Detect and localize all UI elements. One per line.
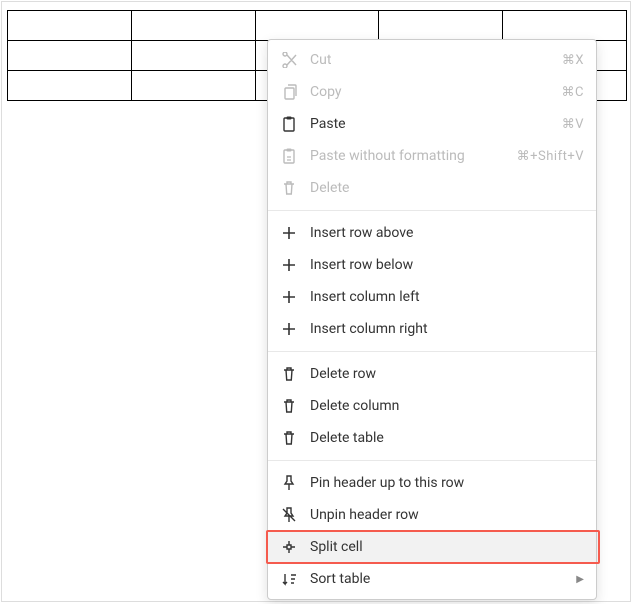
menu-item-label: Insert row above [310,225,584,241]
menu-item-sort-table[interactable]: Sort table ▶ [268,563,596,595]
table-cell[interactable] [8,11,132,41]
clipboard-icon [280,115,298,133]
submenu-arrow-icon: ▶ [576,574,584,585]
menu-item-paste-plain: Paste without formatting⌘+Shift+V [268,140,596,172]
table-cell[interactable] [503,11,627,41]
table-row [8,11,627,41]
menu-item-paste[interactable]: Paste⌘V [268,108,596,140]
menu-separator [268,460,596,461]
trash-icon [280,365,298,383]
pin-icon [280,474,298,492]
menu-item-label: Delete table [310,430,584,446]
menu-item-label: Copy [310,84,562,100]
menu-item-label: Delete [310,180,584,196]
menu-item-label: Insert column left [310,289,584,305]
menu-item-shortcut: ⌘V [562,117,584,132]
table-cell[interactable] [131,11,255,41]
menu-item-label: Insert row below [310,257,584,273]
context-menu: Cut⌘XCopy⌘CPaste⌘VPaste without formatti… [267,39,597,600]
plus-icon [280,256,298,274]
menu-item-shortcut: ⌘+Shift+V [517,149,584,164]
unpin-icon [280,506,298,524]
menu-separator [268,351,596,352]
menu-item-label: Insert column right [310,321,584,337]
menu-item-insert-row-below[interactable]: Insert row below [268,249,596,281]
menu-item-label: Delete row [310,366,584,382]
trash-icon [280,179,298,197]
copy-icon [280,83,298,101]
menu-item-delete-table[interactable]: Delete table [268,422,596,454]
menu-item-delete-col[interactable]: Delete column [268,390,596,422]
scissors-icon [280,51,298,69]
menu-item-copy: Copy⌘C [268,76,596,108]
menu-item-unpin-header[interactable]: Unpin header row [268,499,596,531]
table-cell[interactable] [131,71,255,101]
table-cell[interactable] [8,41,132,71]
menu-item-label: Delete column [310,398,584,414]
menu-item-label: Paste without formatting [310,148,517,164]
menu-item-split-cell[interactable]: Split cell [268,531,596,563]
menu-item-delete: Delete [268,172,596,204]
plus-icon [280,288,298,306]
menu-item-label: Sort table [310,571,570,587]
menu-item-label: Pin header up to this row [310,475,584,491]
menu-item-cut: Cut⌘X [268,44,596,76]
split-icon [280,538,298,556]
sort-icon [280,570,298,588]
table-cell[interactable] [255,11,379,41]
clipboard-plain-icon [280,147,298,165]
trash-icon [280,429,298,447]
menu-item-insert-col-right[interactable]: Insert column right [268,313,596,345]
menu-item-delete-row[interactable]: Delete row [268,358,596,390]
plus-icon [280,224,298,242]
menu-item-label: Split cell [310,539,584,555]
menu-item-label: Paste [310,116,562,132]
trash-icon [280,397,298,415]
menu-item-pin-header[interactable]: Pin header up to this row [268,467,596,499]
menu-item-label: Cut [310,52,562,68]
menu-item-shortcut: ⌘X [562,53,584,68]
plus-icon [280,320,298,338]
menu-item-label: Unpin header row [310,507,584,523]
table-cell[interactable] [379,11,503,41]
menu-item-insert-col-left[interactable]: Insert column left [268,281,596,313]
menu-item-insert-row-above[interactable]: Insert row above [268,217,596,249]
table-cell[interactable] [131,41,255,71]
table-cell[interactable] [8,71,132,101]
menu-item-shortcut: ⌘C [562,85,584,100]
menu-separator [268,210,596,211]
